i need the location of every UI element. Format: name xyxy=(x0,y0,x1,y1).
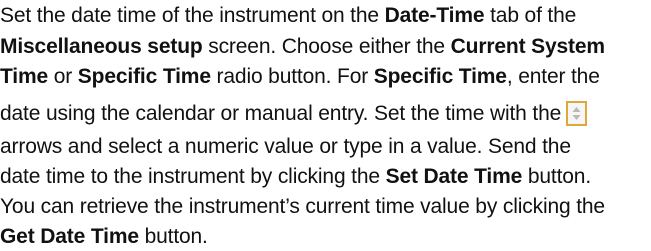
text-line: date using the calendar or manual entry.… xyxy=(0,101,588,127)
bold-term: Get Date Time xyxy=(0,225,139,248)
bold-term: Time xyxy=(0,65,49,88)
bold-term: Specific Time xyxy=(77,65,211,88)
text-line: Set the date time of the instrument on t… xyxy=(0,4,577,27)
bold-term: Set Date Time xyxy=(385,165,523,188)
text-line: date time to the instrument by clicking … xyxy=(0,165,592,188)
bold-term: Specific Time xyxy=(373,65,507,88)
text-line: Miscellaneous setup screen. Choose eithe… xyxy=(0,35,605,58)
document-paragraph: Set the date time of the instrument on t… xyxy=(0,0,651,251)
bold-term: Miscellaneous setup xyxy=(0,35,203,58)
text-line: Get Date Time button. xyxy=(0,225,208,248)
up-down-arrows-icon xyxy=(566,101,588,126)
bold-term: Date-Time xyxy=(384,4,485,27)
bold-term: Current System xyxy=(450,35,605,58)
text-line: arrows and select a numeric value or typ… xyxy=(0,135,571,158)
text-line: You can retrieve the instrument’s curren… xyxy=(0,195,605,218)
text-line: Time or Specific Time radio button. For … xyxy=(0,65,600,88)
